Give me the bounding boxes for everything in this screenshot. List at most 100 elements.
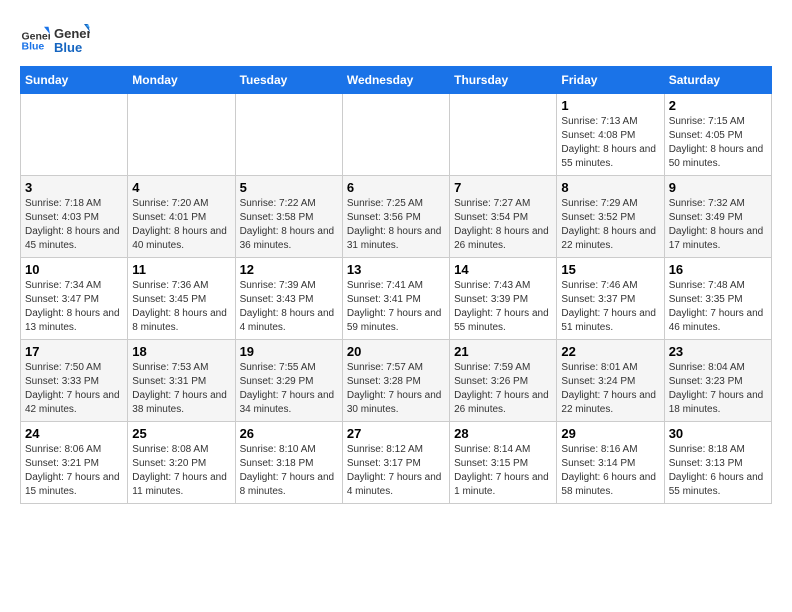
calendar-cell: 20 Sunrise: 7:57 AM Sunset: 3:28 PM Dayli…: [342, 340, 449, 422]
day-number: 22: [561, 344, 659, 359]
day-info: Sunrise: 7:18 AM Sunset: 4:03 PM Dayligh…: [25, 197, 123, 253]
day-info: Sunrise: 7:36 AM Sunset: 3:45 PM Dayligh…: [132, 279, 230, 335]
calendar-cell: 2 Sunrise: 7:15 AM Sunset: 4:05 PM Daylig…: [664, 94, 771, 176]
day-number: 29: [561, 426, 659, 441]
calendar-cell: 12 Sunrise: 7:39 AM Sunset: 3:43 PM Dayli…: [235, 258, 342, 340]
weekday-header-wednesday: Wednesday: [342, 67, 449, 94]
day-info: Sunrise: 7:57 AM Sunset: 3:28 PM Dayligh…: [347, 361, 445, 417]
calendar-header-row: SundayMondayTuesdayWednesdayThursdayFrid…: [21, 67, 772, 94]
calendar-cell: [128, 94, 235, 176]
day-number: 7: [454, 180, 552, 195]
calendar-cell: 22Sunrise: 8:01 AM Sunset: 3:24 PM Dayli…: [557, 340, 664, 422]
calendar-week-row: 24 Sunrise: 8:06 AM Sunset: 3:21 PM Dayli…: [21, 422, 772, 504]
calendar-week-row: 3 Sunrise: 7:18 AM Sunset: 4:03 PM Daylig…: [21, 176, 772, 258]
day-info: Sunrise: 7:59 AM Sunset: 3:26 PM Dayligh…: [454, 361, 552, 417]
day-number: 23: [669, 344, 767, 359]
day-info: Sunrise: 7:34 AM Sunset: 3:47 PM Dayligh…: [25, 279, 123, 335]
day-number: 15: [561, 262, 659, 277]
day-info: Sunrise: 7:20 AM Sunset: 4:01 PM Dayligh…: [132, 197, 230, 253]
calendar-cell: 28 Sunrise: 8:14 AM Sunset: 3:15 PM Dayli…: [450, 422, 557, 504]
calendar-cell: [21, 94, 128, 176]
day-number: 11: [132, 262, 230, 277]
calendar-cell: 13Sunrise: 7:41 AM Sunset: 3:41 PM Dayli…: [342, 258, 449, 340]
weekday-header-saturday: Saturday: [664, 67, 771, 94]
day-number: 3: [25, 180, 123, 195]
day-info: Sunrise: 8:12 AM Sunset: 3:17 PM Dayligh…: [347, 443, 445, 499]
calendar-cell: 7 Sunrise: 7:27 AM Sunset: 3:54 PM Daylig…: [450, 176, 557, 258]
day-number: 6: [347, 180, 445, 195]
day-number: 8: [561, 180, 659, 195]
day-info: Sunrise: 7:48 AM Sunset: 3:35 PM Dayligh…: [669, 279, 767, 335]
day-info: Sunrise: 7:41 AM Sunset: 3:41 PM Dayligh…: [347, 279, 445, 335]
day-info: Sunrise: 7:29 AM Sunset: 3:52 PM Dayligh…: [561, 197, 659, 253]
day-number: 20: [347, 344, 445, 359]
calendar-cell: 18 Sunrise: 7:53 AM Sunset: 3:31 PM Dayli…: [128, 340, 235, 422]
calendar-cell: 8 Sunrise: 7:29 AM Sunset: 3:52 PM Daylig…: [557, 176, 664, 258]
day-info: Sunrise: 7:39 AM Sunset: 3:43 PM Dayligh…: [240, 279, 338, 335]
calendar-cell: 29 Sunrise: 8:16 AM Sunset: 3:14 PM Dayli…: [557, 422, 664, 504]
day-number: 4: [132, 180, 230, 195]
day-info: Sunrise: 8:14 AM Sunset: 3:15 PM Dayligh…: [454, 443, 552, 499]
day-info: Sunrise: 8:18 AM Sunset: 3:13 PM Dayligh…: [669, 443, 767, 499]
calendar-cell: 4 Sunrise: 7:20 AM Sunset: 4:01 PM Daylig…: [128, 176, 235, 258]
day-info: Sunrise: 7:50 AM Sunset: 3:33 PM Dayligh…: [25, 361, 123, 417]
day-info: Sunrise: 7:13 AM Sunset: 4:08 PM Dayligh…: [561, 115, 659, 171]
svg-text:Blue: Blue: [22, 40, 45, 52]
calendar-cell: 5 Sunrise: 7:22 AM Sunset: 3:58 PM Daylig…: [235, 176, 342, 258]
day-info: Sunrise: 7:53 AM Sunset: 3:31 PM Dayligh…: [132, 361, 230, 417]
calendar-cell: 3 Sunrise: 7:18 AM Sunset: 4:03 PM Daylig…: [21, 176, 128, 258]
day-info: Sunrise: 7:27 AM Sunset: 3:54 PM Dayligh…: [454, 197, 552, 253]
calendar-cell: [450, 94, 557, 176]
day-info: Sunrise: 8:10 AM Sunset: 3:18 PM Dayligh…: [240, 443, 338, 499]
day-number: 16: [669, 262, 767, 277]
calendar-cell: 1 Sunrise: 7:13 AM Sunset: 4:08 PM Daylig…: [557, 94, 664, 176]
day-number: 26: [240, 426, 338, 441]
calendar-cell: 10 Sunrise: 7:34 AM Sunset: 3:47 PM Dayli…: [21, 258, 128, 340]
calendar-table: SundayMondayTuesdayWednesdayThursdayFrid…: [20, 66, 772, 504]
calendar-week-row: 10 Sunrise: 7:34 AM Sunset: 3:47 PM Dayli…: [21, 258, 772, 340]
day-info: Sunrise: 7:43 AM Sunset: 3:39 PM Dayligh…: [454, 279, 552, 335]
day-info: Sunrise: 8:04 AM Sunset: 3:23 PM Dayligh…: [669, 361, 767, 417]
day-number: 28: [454, 426, 552, 441]
day-number: 17: [25, 344, 123, 359]
day-number: 10: [25, 262, 123, 277]
day-info: Sunrise: 7:46 AM Sunset: 3:37 PM Dayligh…: [561, 279, 659, 335]
day-number: 19: [240, 344, 338, 359]
day-number: 9: [669, 180, 767, 195]
day-number: 18: [132, 344, 230, 359]
day-info: Sunrise: 7:32 AM Sunset: 3:49 PM Dayligh…: [669, 197, 767, 253]
svg-text:Blue: Blue: [54, 40, 82, 55]
day-info: Sunrise: 7:22 AM Sunset: 3:58 PM Dayligh…: [240, 197, 338, 253]
calendar-cell: 16 Sunrise: 7:48 AM Sunset: 3:35 PM Dayli…: [664, 258, 771, 340]
calendar-cell: 24 Sunrise: 8:06 AM Sunset: 3:21 PM Dayli…: [21, 422, 128, 504]
weekday-header-friday: Friday: [557, 67, 664, 94]
calendar-cell: [342, 94, 449, 176]
calendar-cell: 6Sunrise: 7:25 AM Sunset: 3:56 PM Daylig…: [342, 176, 449, 258]
calendar-cell: 25Sunrise: 8:08 AM Sunset: 3:20 PM Dayli…: [128, 422, 235, 504]
logo: General Blue General Blue: [20, 20, 90, 56]
calendar-cell: 15 Sunrise: 7:46 AM Sunset: 3:37 PM Dayli…: [557, 258, 664, 340]
calendar-cell: 26 Sunrise: 8:10 AM Sunset: 3:18 PM Dayli…: [235, 422, 342, 504]
calendar-cell: 9 Sunrise: 7:32 AM Sunset: 3:49 PM Daylig…: [664, 176, 771, 258]
day-number: 5: [240, 180, 338, 195]
day-info: Sunrise: 8:08 AM Sunset: 3:20 PM Dayligh…: [132, 443, 230, 499]
weekday-header-thursday: Thursday: [450, 67, 557, 94]
calendar-week-row: 1 Sunrise: 7:13 AM Sunset: 4:08 PM Daylig…: [21, 94, 772, 176]
day-info: Sunrise: 7:55 AM Sunset: 3:29 PM Dayligh…: [240, 361, 338, 417]
day-number: 2: [669, 98, 767, 113]
calendar-cell: 14 Sunrise: 7:43 AM Sunset: 3:39 PM Dayli…: [450, 258, 557, 340]
day-number: 12: [240, 262, 338, 277]
day-number: 24: [25, 426, 123, 441]
svg-text:General: General: [54, 26, 90, 41]
calendar-cell: 11 Sunrise: 7:36 AM Sunset: 3:45 PM Dayli…: [128, 258, 235, 340]
logo-icon: General Blue: [20, 23, 50, 53]
calendar-cell: 30Sunrise: 8:18 AM Sunset: 3:13 PM Dayli…: [664, 422, 771, 504]
day-info: Sunrise: 8:16 AM Sunset: 3:14 PM Dayligh…: [561, 443, 659, 499]
day-number: 27: [347, 426, 445, 441]
calendar-cell: 23 Sunrise: 8:04 AM Sunset: 3:23 PM Dayli…: [664, 340, 771, 422]
day-info: Sunrise: 7:15 AM Sunset: 4:05 PM Dayligh…: [669, 115, 767, 171]
day-number: 1: [561, 98, 659, 113]
weekday-header-monday: Monday: [128, 67, 235, 94]
day-number: 14: [454, 262, 552, 277]
day-info: Sunrise: 8:06 AM Sunset: 3:21 PM Dayligh…: [25, 443, 123, 499]
